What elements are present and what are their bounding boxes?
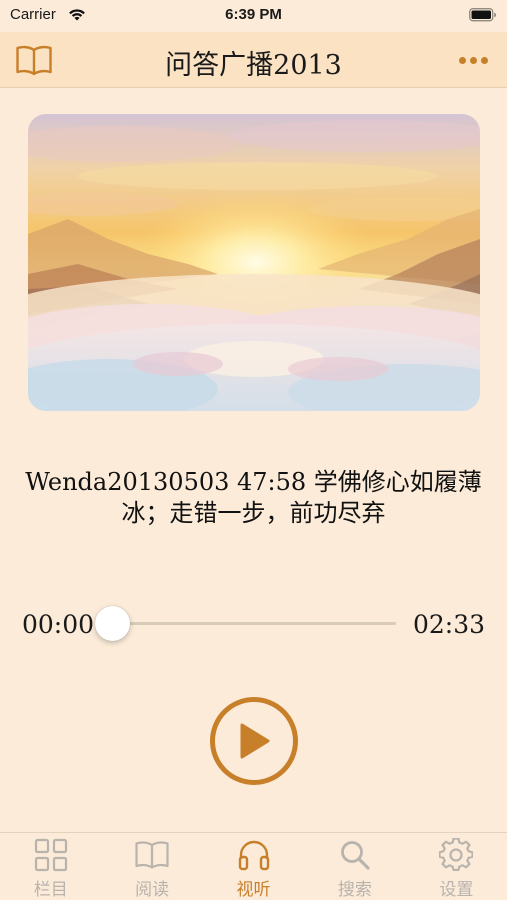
track-title: Wenda20130503 47:58 学佛修心如履薄冰；走错一步，前功尽弃 <box>25 468 482 527</box>
progress-thumb[interactable] <box>95 606 130 641</box>
tab-columns[interactable]: 栏目 <box>0 833 101 900</box>
tab-settings[interactable]: 设置 <box>406 833 507 900</box>
search-icon <box>341 840 370 870</box>
page-title: 问答广播2013 <box>165 50 342 81</box>
tab-label-settings: 设置 <box>439 880 474 900</box>
more-button[interactable] <box>453 42 493 78</box>
more-icon-dot <box>480 56 488 64</box>
tab-bar: 栏目 阅读 视听 搜索 设置 <box>0 832 507 900</box>
play-button[interactable] <box>210 697 298 785</box>
tab-listening[interactable]: 视听 <box>203 833 304 900</box>
total-time: 02:33 <box>412 610 485 639</box>
status-time: 6:39 PM <box>225 6 282 23</box>
tab-search[interactable]: 搜索 <box>304 833 405 900</box>
tab-label-listening: 视听 <box>236 880 271 900</box>
play-icon <box>240 723 270 759</box>
grid-icon <box>34 838 67 871</box>
tab-reading[interactable]: 阅读 <box>101 833 202 900</box>
headphones-icon <box>238 840 269 870</box>
tab-label-reading: 阅读 <box>135 880 170 900</box>
gear-icon <box>439 837 474 871</box>
progress-slider[interactable] <box>95 606 396 641</box>
nav-bar: 问答广播2013 <box>0 32 507 88</box>
more-icon-dot <box>469 56 477 64</box>
tab-label-search: 搜索 <box>337 880 372 900</box>
tab-label-columns: 栏目 <box>33 880 68 900</box>
status-bar: Carrier 6:39 PM <box>0 0 507 32</box>
sunrise-clouds-image <box>28 114 480 411</box>
book-icon <box>135 840 169 869</box>
current-time: 00:00 <box>22 610 95 639</box>
more-icon <box>458 56 466 64</box>
album-artwork <box>28 114 480 411</box>
battery-icon <box>469 8 496 22</box>
